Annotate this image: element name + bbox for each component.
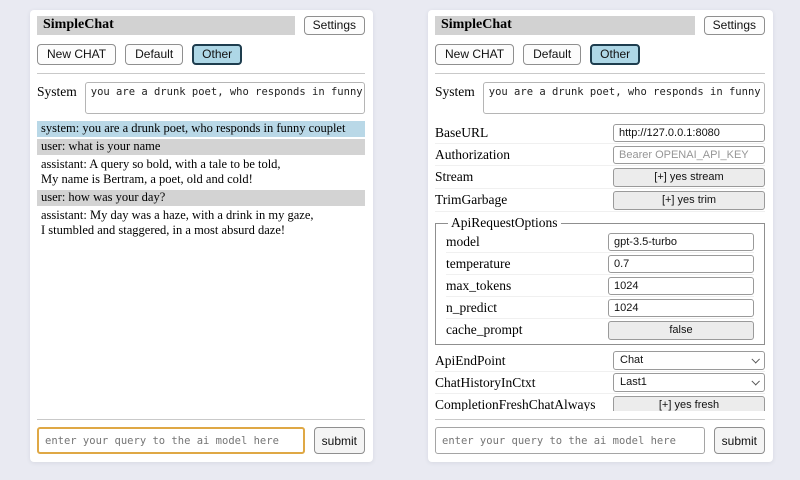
submit-button[interactable]: submit (714, 427, 765, 454)
settings-list: BaseURL Authorization Stream [+] yes str… (435, 122, 765, 411)
temperature-label: temperature (446, 256, 510, 272)
setting-row-max-tokens: max_tokens (446, 275, 754, 297)
chat-message-list: system: you are a drunk poet, who respon… (37, 121, 365, 411)
query-input[interactable] (435, 427, 705, 454)
chathistoryinctxt-select[interactable]: Last1 (613, 373, 765, 392)
app-title-bar: SimpleChat (37, 16, 295, 35)
baseurl-label: BaseURL (435, 125, 488, 141)
divider (435, 419, 765, 420)
system-prompt-label: System (37, 82, 77, 100)
api-request-options-fieldset: ApiRequestOptions model temperature max_… (435, 215, 765, 345)
setting-row-authorization: Authorization (435, 144, 765, 166)
system-prompt-row: System you are a drunk poet, who respond… (37, 82, 365, 114)
divider (37, 419, 365, 420)
divider (37, 73, 365, 74)
chat-message-assistant: assistant: A query so bold, with a tale … (37, 157, 365, 188)
authorization-input[interactable] (613, 146, 765, 164)
completionfreshchatalways-toggle-button[interactable]: [+] yes fresh (613, 396, 765, 411)
chat-message-user: user: how was your day? (37, 190, 365, 206)
settings-button[interactable]: Settings (704, 16, 765, 35)
cache-prompt-toggle-button[interactable]: false (608, 321, 754, 340)
max-tokens-input[interactable] (608, 277, 754, 295)
session-other-button[interactable]: Other (590, 44, 640, 65)
max-tokens-label: max_tokens (446, 278, 511, 294)
setting-row-model: model (446, 231, 754, 253)
system-prompt-input[interactable]: you are a drunk poet, who responds in fu… (85, 82, 365, 114)
baseurl-input[interactable] (613, 124, 765, 142)
stream-label: Stream (435, 169, 473, 185)
session-row: New CHAT Default Other (37, 44, 365, 65)
chat-message-assistant: assistant: My day was a haze, with a dri… (37, 208, 365, 239)
app-title: SimpleChat (441, 17, 512, 32)
setting-row-trimgarbage: TrimGarbage [+] yes trim (435, 189, 765, 212)
query-footer: submit (435, 411, 765, 454)
setting-row-apiendpoint: ApiEndPoint Chat (435, 350, 765, 372)
app-title: SimpleChat (43, 17, 114, 32)
session-default-button[interactable]: Default (125, 44, 183, 65)
header: SimpleChat Settings (37, 16, 365, 35)
setting-row-baseurl: BaseURL (435, 122, 765, 144)
apiendpoint-select[interactable]: Chat (613, 351, 765, 370)
authorization-label: Authorization (435, 147, 510, 163)
apiendpoint-selected-value: Chat (620, 354, 643, 366)
query-input[interactable] (37, 427, 305, 454)
chat-message-user: user: what is your name (37, 139, 365, 155)
model-label: model (446, 234, 480, 250)
stream-toggle-button[interactable]: [+] yes stream (613, 168, 765, 187)
session-row: New CHAT Default Other (435, 44, 765, 65)
chathistoryinctxt-label: ChatHistoryInCtxt (435, 375, 536, 391)
n-predict-input[interactable] (608, 299, 754, 317)
api-request-options-legend: ApiRequestOptions (448, 215, 561, 231)
query-footer: submit (37, 411, 365, 454)
chevron-down-icon (751, 355, 759, 363)
system-prompt-row: System you are a drunk poet, who respond… (435, 82, 765, 114)
temperature-input[interactable] (608, 255, 754, 273)
header: SimpleChat Settings (435, 16, 765, 35)
setting-row-chathistoryinctxt: ChatHistoryInCtxt Last1 (435, 372, 765, 394)
new-chat-button[interactable]: New CHAT (435, 44, 514, 65)
chat-panel: SimpleChat Settings New CHAT Default Oth… (30, 10, 373, 462)
setting-row-temperature: temperature (446, 253, 754, 275)
setting-row-n-predict: n_predict (446, 297, 754, 319)
query-row: submit (37, 427, 365, 454)
trimgarbage-label: TrimGarbage (435, 192, 507, 208)
setting-row-completionfreshchatalways: CompletionFreshChatAlways [+] yes fresh (435, 394, 765, 411)
settings-panel: SimpleChat Settings New CHAT Default Oth… (428, 10, 773, 462)
chathistoryinctxt-selected-value: Last1 (620, 376, 647, 388)
completionfreshchatalways-label: CompletionFreshChatAlways (435, 397, 596, 411)
system-prompt-input[interactable]: you are a drunk poet, who responds in fu… (483, 82, 765, 114)
query-row: submit (435, 427, 765, 454)
chat-message-system: system: you are a drunk poet, who respon… (37, 121, 365, 137)
setting-row-stream: Stream [+] yes stream (435, 166, 765, 189)
system-prompt-label: System (435, 82, 475, 100)
chevron-down-icon (751, 377, 759, 385)
setting-row-cache-prompt: cache_prompt false (446, 319, 754, 341)
new-chat-button[interactable]: New CHAT (37, 44, 116, 65)
trimgarbage-toggle-button[interactable]: [+] yes trim (613, 191, 765, 210)
settings-button[interactable]: Settings (304, 16, 365, 35)
divider (435, 73, 765, 74)
submit-button[interactable]: submit (314, 427, 365, 454)
app-title-bar: SimpleChat (435, 16, 695, 35)
apiendpoint-label: ApiEndPoint (435, 353, 506, 369)
n-predict-label: n_predict (446, 300, 497, 316)
model-input[interactable] (608, 233, 754, 251)
cache-prompt-label: cache_prompt (446, 322, 522, 338)
session-default-button[interactable]: Default (523, 44, 581, 65)
session-other-button[interactable]: Other (192, 44, 242, 65)
